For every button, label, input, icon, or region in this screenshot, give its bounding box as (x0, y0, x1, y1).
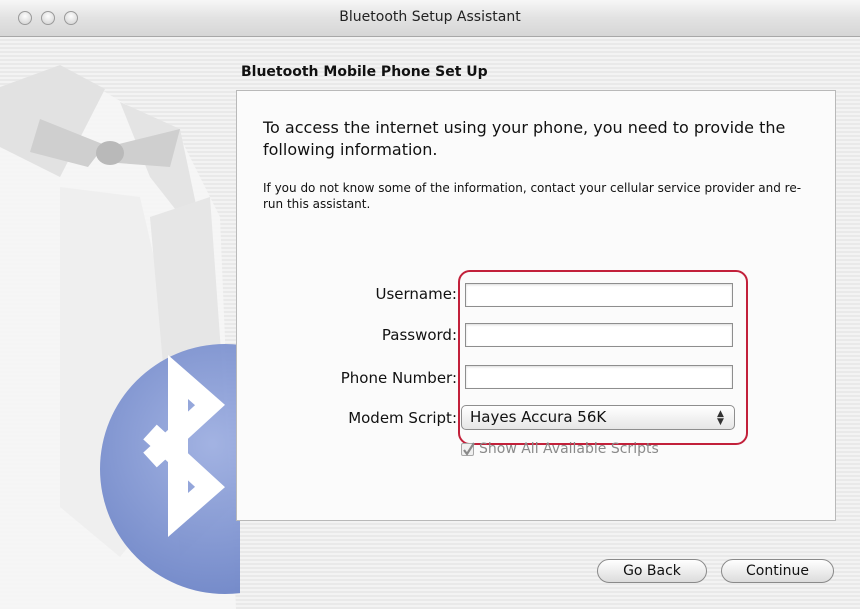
username-label: Username: (375, 285, 457, 303)
show-all-scripts-checkbox[interactable] (461, 441, 475, 456)
password-label: Password: (381, 326, 457, 344)
note-text: If you do not know some of the informati… (263, 181, 802, 211)
modem-script-label: Modem Script: (348, 409, 457, 427)
form-panel: To access the internet using your phone,… (236, 90, 836, 521)
password-field[interactable] (465, 323, 733, 347)
go-back-button[interactable]: Go Back (597, 559, 707, 583)
continue-button[interactable]: Continue (721, 559, 834, 583)
title-bar[interactable]: Bluetooth Setup Assistant (0, 0, 860, 37)
updown-arrows-icon: ▲ ▼ (717, 409, 724, 427)
setup-assistant-window: Bluetooth Setup Assistant Bluetooth Mobi… (0, 0, 860, 609)
show-all-scripts-label: Show All Available Scripts (479, 441, 659, 457)
modem-script-popup[interactable]: Hayes Accura 56K ▲ ▼ (461, 405, 735, 430)
window-title: Bluetooth Setup Assistant (339, 9, 521, 25)
modem-script-value: Hayes Accura 56K (470, 408, 607, 426)
username-field[interactable] (465, 283, 733, 307)
tuxedo-illustration (0, 65, 240, 609)
phone-number-field[interactable] (465, 365, 733, 389)
content-area: Bluetooth Mobile Phone Set Up To access … (0, 37, 860, 609)
section-title: Bluetooth Mobile Phone Set Up (241, 64, 488, 80)
checkmark-icon (463, 441, 475, 456)
show-all-scripts-row[interactable]: Show All Available Scripts (461, 441, 659, 457)
phone-number-label: Phone Number: (340, 369, 457, 387)
intro-text: To access the internet using your phone,… (263, 118, 786, 159)
